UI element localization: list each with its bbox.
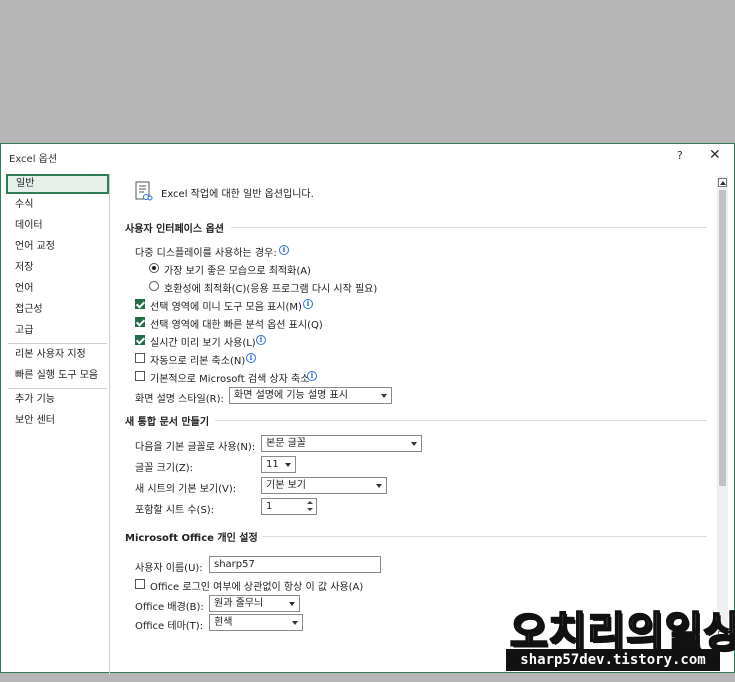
radio-optimize-best-look-label[interactable]: 가장 보기 좋은 모습으로 최적화(A) bbox=[164, 262, 311, 277]
info-icon: i bbox=[256, 335, 266, 345]
checkbox-collapse-ribbon[interactable] bbox=[135, 353, 145, 363]
chevron-down-icon bbox=[381, 394, 387, 398]
close-button[interactable]: ✕ bbox=[709, 147, 721, 163]
nav-divider bbox=[8, 343, 107, 344]
username-label: 사용자 이름(U): bbox=[135, 563, 203, 574]
watermark-url: sharp57dev.tistory.com bbox=[506, 649, 720, 671]
nav-item-customize-ribbon[interactable]: 리본 사용자 지정 bbox=[6, 345, 109, 365]
default-view-select[interactable]: 기본 보기 bbox=[261, 477, 387, 494]
checkbox-quick-analysis-label[interactable]: 선택 영역에 대한 빠른 분석 옵션 표시(Q) bbox=[150, 316, 323, 331]
nav-item-advanced[interactable]: 고급 bbox=[6, 321, 109, 341]
font-size-value: 11 bbox=[266, 459, 279, 470]
username-value: sharp57 bbox=[214, 559, 255, 570]
office-background-value: 원과 줄무늬 bbox=[214, 598, 264, 609]
default-font-select[interactable]: 본문 글꼴 bbox=[261, 435, 422, 452]
info-icon: i bbox=[307, 371, 317, 381]
checkbox-mini-toolbar[interactable] bbox=[135, 299, 145, 309]
help-button[interactable]: ? bbox=[677, 149, 683, 162]
window-title: Excel 옵션 bbox=[9, 154, 58, 165]
nav-item-accessibility[interactable]: 접근성 bbox=[6, 300, 109, 320]
sheet-count-value: 1 bbox=[266, 501, 273, 512]
arrow-up-icon[interactable] bbox=[307, 501, 313, 504]
info-icon: i bbox=[303, 299, 313, 309]
nav-divider bbox=[8, 388, 107, 389]
checkbox-quick-analysis[interactable] bbox=[135, 317, 145, 327]
office-background-select[interactable]: 원과 줄무늬 bbox=[209, 595, 300, 612]
vertical-scrollbar[interactable] bbox=[717, 176, 728, 642]
nav-item-formulas[interactable]: 수식 bbox=[6, 195, 109, 215]
section-divider bbox=[215, 420, 707, 421]
multi-display-label: 다중 디스플레이를 사용하는 경우: bbox=[135, 248, 277, 259]
arrow-down-icon[interactable] bbox=[307, 508, 313, 511]
nav-item-add-ins[interactable]: 추가 기능 bbox=[6, 390, 109, 410]
nav-item-language[interactable]: 언어 bbox=[6, 279, 109, 299]
chevron-down-icon bbox=[289, 602, 295, 606]
nav-item-save[interactable]: 저장 bbox=[6, 258, 109, 278]
checkbox-collapse-search[interactable] bbox=[135, 371, 145, 381]
default-view-label: 새 시트의 기본 보기(V): bbox=[135, 484, 237, 495]
new-workbook-heading: 새 통합 문서 만들기 bbox=[125, 417, 210, 428]
spin-buttons[interactable] bbox=[304, 499, 316, 514]
nav-item-proofing[interactable]: 언어 교정 bbox=[6, 237, 109, 257]
info-icon: i bbox=[246, 353, 256, 363]
default-font-value: 본문 글꼴 bbox=[266, 438, 306, 449]
checkbox-collapse-ribbon-label[interactable]: 자동으로 리본 축소(N) bbox=[150, 352, 245, 367]
nav-item-data[interactable]: 데이터 bbox=[6, 216, 109, 236]
section-divider bbox=[263, 536, 707, 537]
screentip-style-label: 화면 설명 스타일(R): bbox=[135, 394, 224, 405]
office-theme-select[interactable]: 흰색 bbox=[209, 614, 303, 631]
checkbox-collapse-search-label[interactable]: 기본적으로 Microsoft 검색 상자 축소 bbox=[150, 370, 309, 385]
radio-optimize-best-look[interactable] bbox=[149, 263, 159, 273]
chevron-down-icon bbox=[411, 442, 417, 446]
screentip-style-value: 화면 설명에 기능 설명 표시 bbox=[234, 390, 348, 401]
checkbox-always-use-values-label[interactable]: Office 로그인 여부에 상관없이 항상 이 값 사용(A) bbox=[150, 578, 363, 593]
radio-optimize-compat[interactable] bbox=[149, 281, 159, 291]
general-options-icon bbox=[135, 181, 153, 201]
ui-options-heading: 사용자 인터페이스 옵션 bbox=[125, 224, 224, 235]
font-size-select[interactable]: 11 bbox=[261, 456, 296, 473]
office-personalization-heading: Microsoft Office 개인 설정 bbox=[125, 533, 258, 544]
checkbox-always-use-values[interactable] bbox=[135, 579, 145, 589]
office-background-label: Office 배경(B): bbox=[135, 602, 204, 613]
general-options-panel: Excel 작업에 대한 일반 옵션입니다. 사용자 인터페이스 옵션 다중 디… bbox=[111, 174, 717, 646]
scroll-up-icon[interactable] bbox=[718, 178, 727, 187]
chevron-down-icon bbox=[376, 484, 382, 488]
section-divider bbox=[231, 227, 707, 228]
font-size-label: 글꼴 크기(Z): bbox=[135, 463, 194, 474]
nav-item-general[interactable]: 일반 bbox=[6, 174, 109, 194]
chevron-down-icon bbox=[285, 463, 291, 467]
nav-item-quick-access[interactable]: 빠른 실행 도구 모음 bbox=[6, 366, 109, 386]
office-theme-value: 흰색 bbox=[214, 617, 233, 628]
checkbox-live-preview-label[interactable]: 실시간 미리 보기 사용(L) bbox=[150, 334, 256, 349]
default-view-value: 기본 보기 bbox=[266, 480, 306, 491]
sheet-count-stepper[interactable]: 1 bbox=[261, 498, 317, 515]
office-theme-label: Office 테마(T): bbox=[135, 621, 204, 632]
screentip-style-select[interactable]: 화면 설명에 기능 설명 표시 bbox=[229, 387, 392, 404]
nav-item-trust-center[interactable]: 보안 센터 bbox=[6, 411, 109, 431]
checkbox-mini-toolbar-label[interactable]: 선택 영역에 미니 도구 모음 표시(M) bbox=[150, 298, 302, 313]
chevron-down-icon bbox=[292, 621, 298, 625]
username-field[interactable]: sharp57 bbox=[209, 556, 381, 573]
default-font-label: 다음을 기본 글꼴로 사용(N): bbox=[135, 442, 256, 453]
scrollbar-thumb[interactable] bbox=[719, 190, 726, 486]
excel-options-dialog: Excel 옵션 ? ✕ 일반 수식 데이터 언어 교정 저장 언어 접근성 고… bbox=[0, 143, 735, 674]
sheet-count-label: 포함할 시트 수(S): bbox=[135, 505, 215, 516]
radio-optimize-compat-label[interactable]: 호환성에 최적화(C)(응용 프로그램 다시 시작 필요) bbox=[164, 280, 377, 295]
checkbox-live-preview[interactable] bbox=[135, 335, 145, 345]
intro-text: Excel 작업에 대한 일반 옵션입니다. bbox=[161, 189, 314, 200]
options-nav: 일반 수식 데이터 언어 교정 저장 언어 접근성 고급 리본 사용자 지정 빠… bbox=[6, 174, 110, 674]
title-bar: Excel 옵션 ? ✕ bbox=[1, 144, 734, 172]
info-icon: i bbox=[279, 245, 289, 255]
